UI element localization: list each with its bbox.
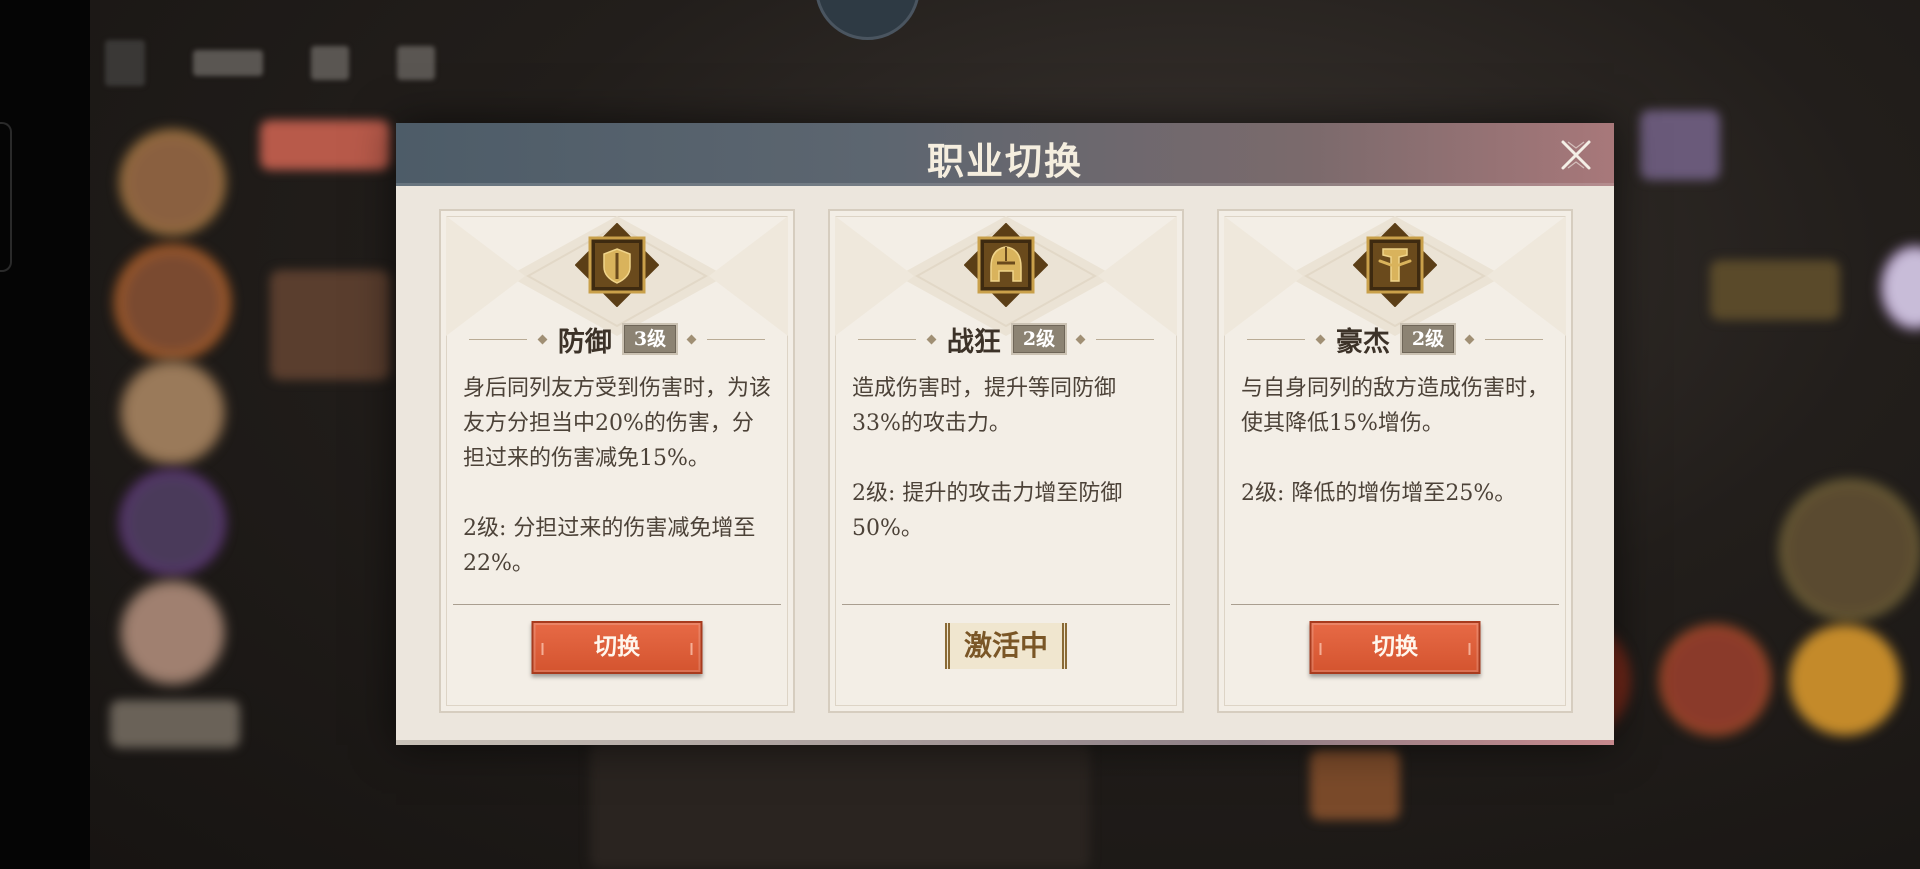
upgrade-text: 2级: 分担过来的伤害减免增至22%。 bbox=[463, 516, 756, 576]
helmet-icon bbox=[963, 222, 1049, 308]
level-badge: 3级 bbox=[621, 323, 679, 355]
class-card-berserker: 战狂 2级 造成伤害时，提升等同防御33%的攻击力。 2级: 提升的攻击力增至防… bbox=[828, 209, 1184, 713]
effect-text: 与自身同列的敌方造成伤害时，使其降低15%增伤。 bbox=[1241, 376, 1550, 436]
dialog-title: 职业切换 bbox=[927, 139, 1083, 183]
switch-button[interactable]: 切换 bbox=[1309, 621, 1481, 674]
divider bbox=[453, 604, 781, 605]
close-button[interactable] bbox=[1560, 139, 1592, 171]
class-description: 造成伤害时，提升等同防御33%的攻击力。 2级: 提升的攻击力增至防御50%。 bbox=[852, 371, 1164, 546]
class-title-row: 防御 3级 bbox=[441, 323, 793, 358]
class-card-defense: 防御 3级 身后同列友方受到伤害时，为该友方分担当中20%的伤害，分担过来的伤害… bbox=[439, 209, 795, 713]
class-name: 战狂 bbox=[946, 326, 1001, 358]
screen-edge bbox=[0, 0, 90, 869]
active-status-label: 激活中 bbox=[944, 623, 1068, 669]
class-card-list: 防御 3级 身后同列友方受到伤害时，为该友方分担当中20%的伤害，分担过来的伤害… bbox=[439, 209, 1573, 713]
divider bbox=[1231, 604, 1559, 605]
blurred-top-nav bbox=[105, 40, 435, 86]
class-card-hero: 豪杰 2级 与自身同列的敌方造成伤害时，使其降低15%增伤。 2级: 降低的增伤… bbox=[1217, 209, 1573, 713]
level-badge: 2级 bbox=[1399, 323, 1457, 355]
class-switch-dialog: 职业切换 防御 3级 身后同列友方受到伤害时，为该友方分担当中20%的伤害，分担… bbox=[396, 123, 1614, 745]
banner-icon bbox=[1352, 222, 1438, 308]
class-name: 豪杰 bbox=[1335, 326, 1390, 358]
class-title-row: 战狂 2级 bbox=[830, 323, 1182, 358]
level-badge: 2级 bbox=[1010, 323, 1068, 355]
side-tab-handle bbox=[0, 122, 12, 272]
upgrade-text: 2级: 提升的攻击力增至防御50%。 bbox=[852, 481, 1123, 541]
shield-icon bbox=[574, 222, 660, 308]
class-description: 身后同列友方受到伤害时，为该友方分担当中20%的伤害，分担过来的伤害减免15%。… bbox=[463, 371, 775, 581]
effect-text: 造成伤害时，提升等同防御33%的攻击力。 bbox=[852, 376, 1117, 436]
divider bbox=[842, 604, 1170, 605]
dialog-bottom-border bbox=[396, 740, 1614, 745]
dialog-header: 职业切换 bbox=[396, 123, 1614, 186]
class-description: 与自身同列的敌方造成伤害时，使其降低15%增伤。 2级: 降低的增伤增至25%。 bbox=[1241, 371, 1553, 511]
close-icon bbox=[1561, 140, 1591, 170]
switch-button[interactable]: 切换 bbox=[531, 621, 703, 674]
effect-text: 身后同列友方受到伤害时，为该友方分担当中20%的伤害，分担过来的伤害减免15%。 bbox=[463, 376, 772, 471]
class-title-row: 豪杰 2级 bbox=[1219, 323, 1571, 358]
upgrade-text: 2级: 降低的增伤增至25%。 bbox=[1241, 481, 1517, 506]
class-name: 防御 bbox=[557, 326, 612, 358]
